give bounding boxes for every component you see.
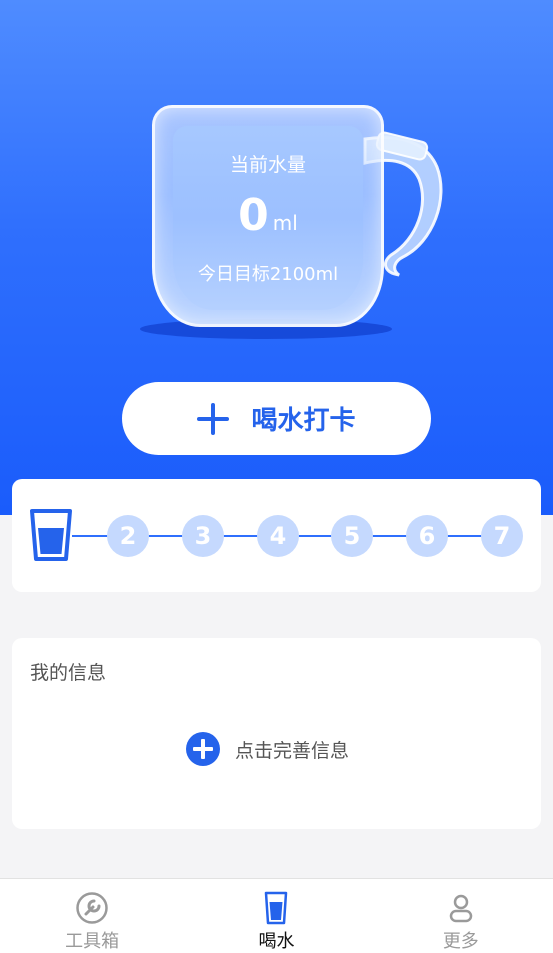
progress-step[interactable]: 7: [481, 515, 523, 557]
progress-step[interactable]: 4: [257, 515, 299, 557]
hero-header: 当前水量 0 ml 今日目标2100ml 喝水打卡: [0, 0, 553, 515]
cup-body: 当前水量 0 ml 今日目标2100ml: [152, 105, 384, 327]
water-amount-value: 0: [238, 190, 269, 241]
person-icon: [449, 894, 473, 923]
progress-step[interactable]: 2: [107, 515, 149, 557]
current-water-label: 当前水量: [229, 154, 306, 176]
drink-checkin-button[interactable]: 喝水打卡: [122, 382, 431, 455]
complete-info-label: 点击完善信息: [235, 739, 350, 762]
water-amount-unit: ml: [272, 211, 298, 235]
plus-circle-icon: [186, 732, 220, 766]
complete-info-button[interactable]: 点击完善信息: [186, 732, 349, 766]
nav-label-toolbox: 工具箱: [65, 931, 120, 952]
plus-icon: [197, 402, 230, 435]
daily-goal-text: 今日目标2100ml: [197, 264, 339, 285]
water-cup-icon: [265, 891, 288, 925]
progress-step[interactable]: 6: [406, 515, 448, 557]
bottom-nav: 工具箱 喝水 更多: [0, 878, 553, 953]
nav-item-toolbox[interactable]: 工具箱: [0, 879, 184, 953]
nav-label-more: 更多: [442, 931, 479, 952]
progress-step[interactable]: 3: [182, 515, 224, 557]
nav-item-more[interactable]: 更多: [369, 879, 553, 953]
wrench-icon: [76, 892, 108, 924]
current-water-amount: 0 ml: [155, 190, 381, 241]
water-cup-display: 当前水量 0 ml 今日目标2100ml: [140, 105, 465, 340]
app-root: 当前水量 0 ml 今日目标2100ml 喝水打卡 2 3 4 5 6 7 我的信…: [0, 0, 553, 953]
water-cup-icon: [30, 509, 72, 561]
progress-step[interactable]: 5: [331, 515, 373, 557]
drink-progress-card: 2 3 4 5 6 7: [12, 479, 541, 592]
my-info-card: 我的信息 点击完善信息: [12, 638, 541, 829]
nav-item-drink[interactable]: 喝水: [184, 879, 368, 953]
my-info-title: 我的信息: [30, 662, 107, 684]
checkin-button-label: 喝水打卡: [251, 406, 356, 436]
nav-label-drink: 喝水: [258, 931, 295, 952]
